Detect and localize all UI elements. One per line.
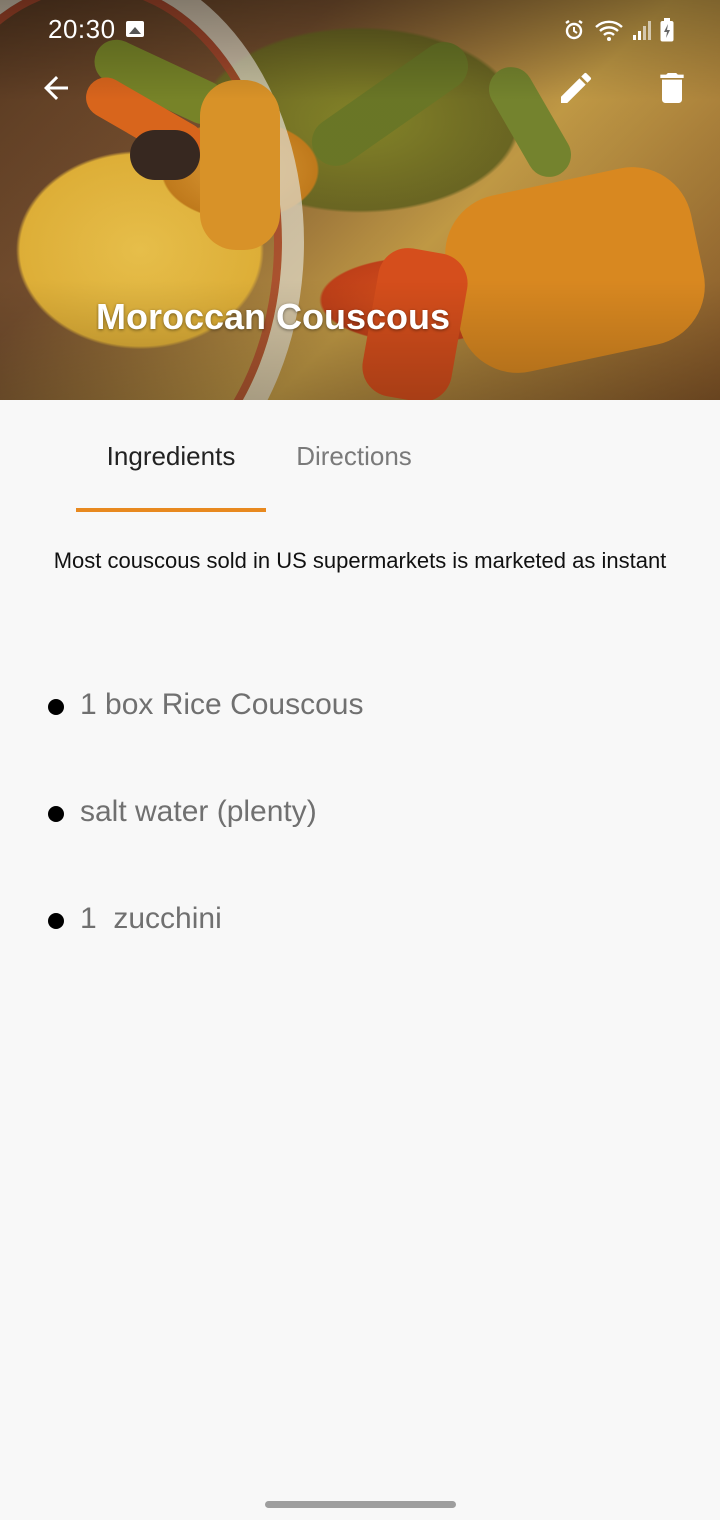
tab-selected-indicator bbox=[76, 508, 266, 512]
tab-directions[interactable]: Directions bbox=[266, 400, 442, 512]
tab-bar: Ingredients Directions bbox=[0, 400, 720, 512]
list-item[interactable]: 1 box Rice Couscous bbox=[0, 654, 720, 761]
tab-ingredients[interactable]: Ingredients bbox=[76, 400, 266, 512]
recipe-detail-screen: 20:30 Moroccan Couscous Ingredients Dire… bbox=[0, 0, 720, 1520]
bullet-icon bbox=[48, 699, 64, 715]
bullet-icon bbox=[48, 806, 64, 822]
recipe-title: Moroccan Couscous bbox=[96, 296, 451, 337]
gallery-notification-icon bbox=[126, 21, 144, 37]
bullet-icon bbox=[48, 913, 64, 929]
ingredient-text: salt water (plenty) bbox=[80, 795, 317, 828]
ingredient-text: 1 box Rice Couscous bbox=[80, 688, 364, 721]
recipe-hero-image bbox=[0, 0, 720, 400]
arrow-left-icon bbox=[38, 70, 74, 111]
recipe-description: Most couscous sold in US supermarkets is… bbox=[53, 548, 667, 573]
ingredient-text: 1 zucchini bbox=[80, 902, 222, 935]
trash-icon bbox=[652, 68, 692, 113]
status-bar: 20:30 bbox=[0, 0, 720, 60]
alarm-icon bbox=[562, 18, 586, 42]
signal-icon bbox=[632, 19, 652, 41]
list-item[interactable]: 1 zucchini bbox=[0, 868, 720, 975]
status-time: 20:30 bbox=[48, 14, 116, 44]
wifi-icon bbox=[594, 18, 624, 42]
battery-charging-icon bbox=[660, 18, 674, 42]
edit-button[interactable] bbox=[548, 62, 604, 118]
pencil-icon bbox=[556, 68, 596, 113]
back-button[interactable] bbox=[28, 62, 84, 118]
delete-button[interactable] bbox=[644, 62, 700, 118]
home-gesture-bar[interactable] bbox=[265, 1501, 456, 1508]
ingredient-list: 1 box Rice Couscous salt water (plenty) … bbox=[0, 654, 720, 975]
list-item[interactable]: salt water (plenty) bbox=[0, 761, 720, 868]
